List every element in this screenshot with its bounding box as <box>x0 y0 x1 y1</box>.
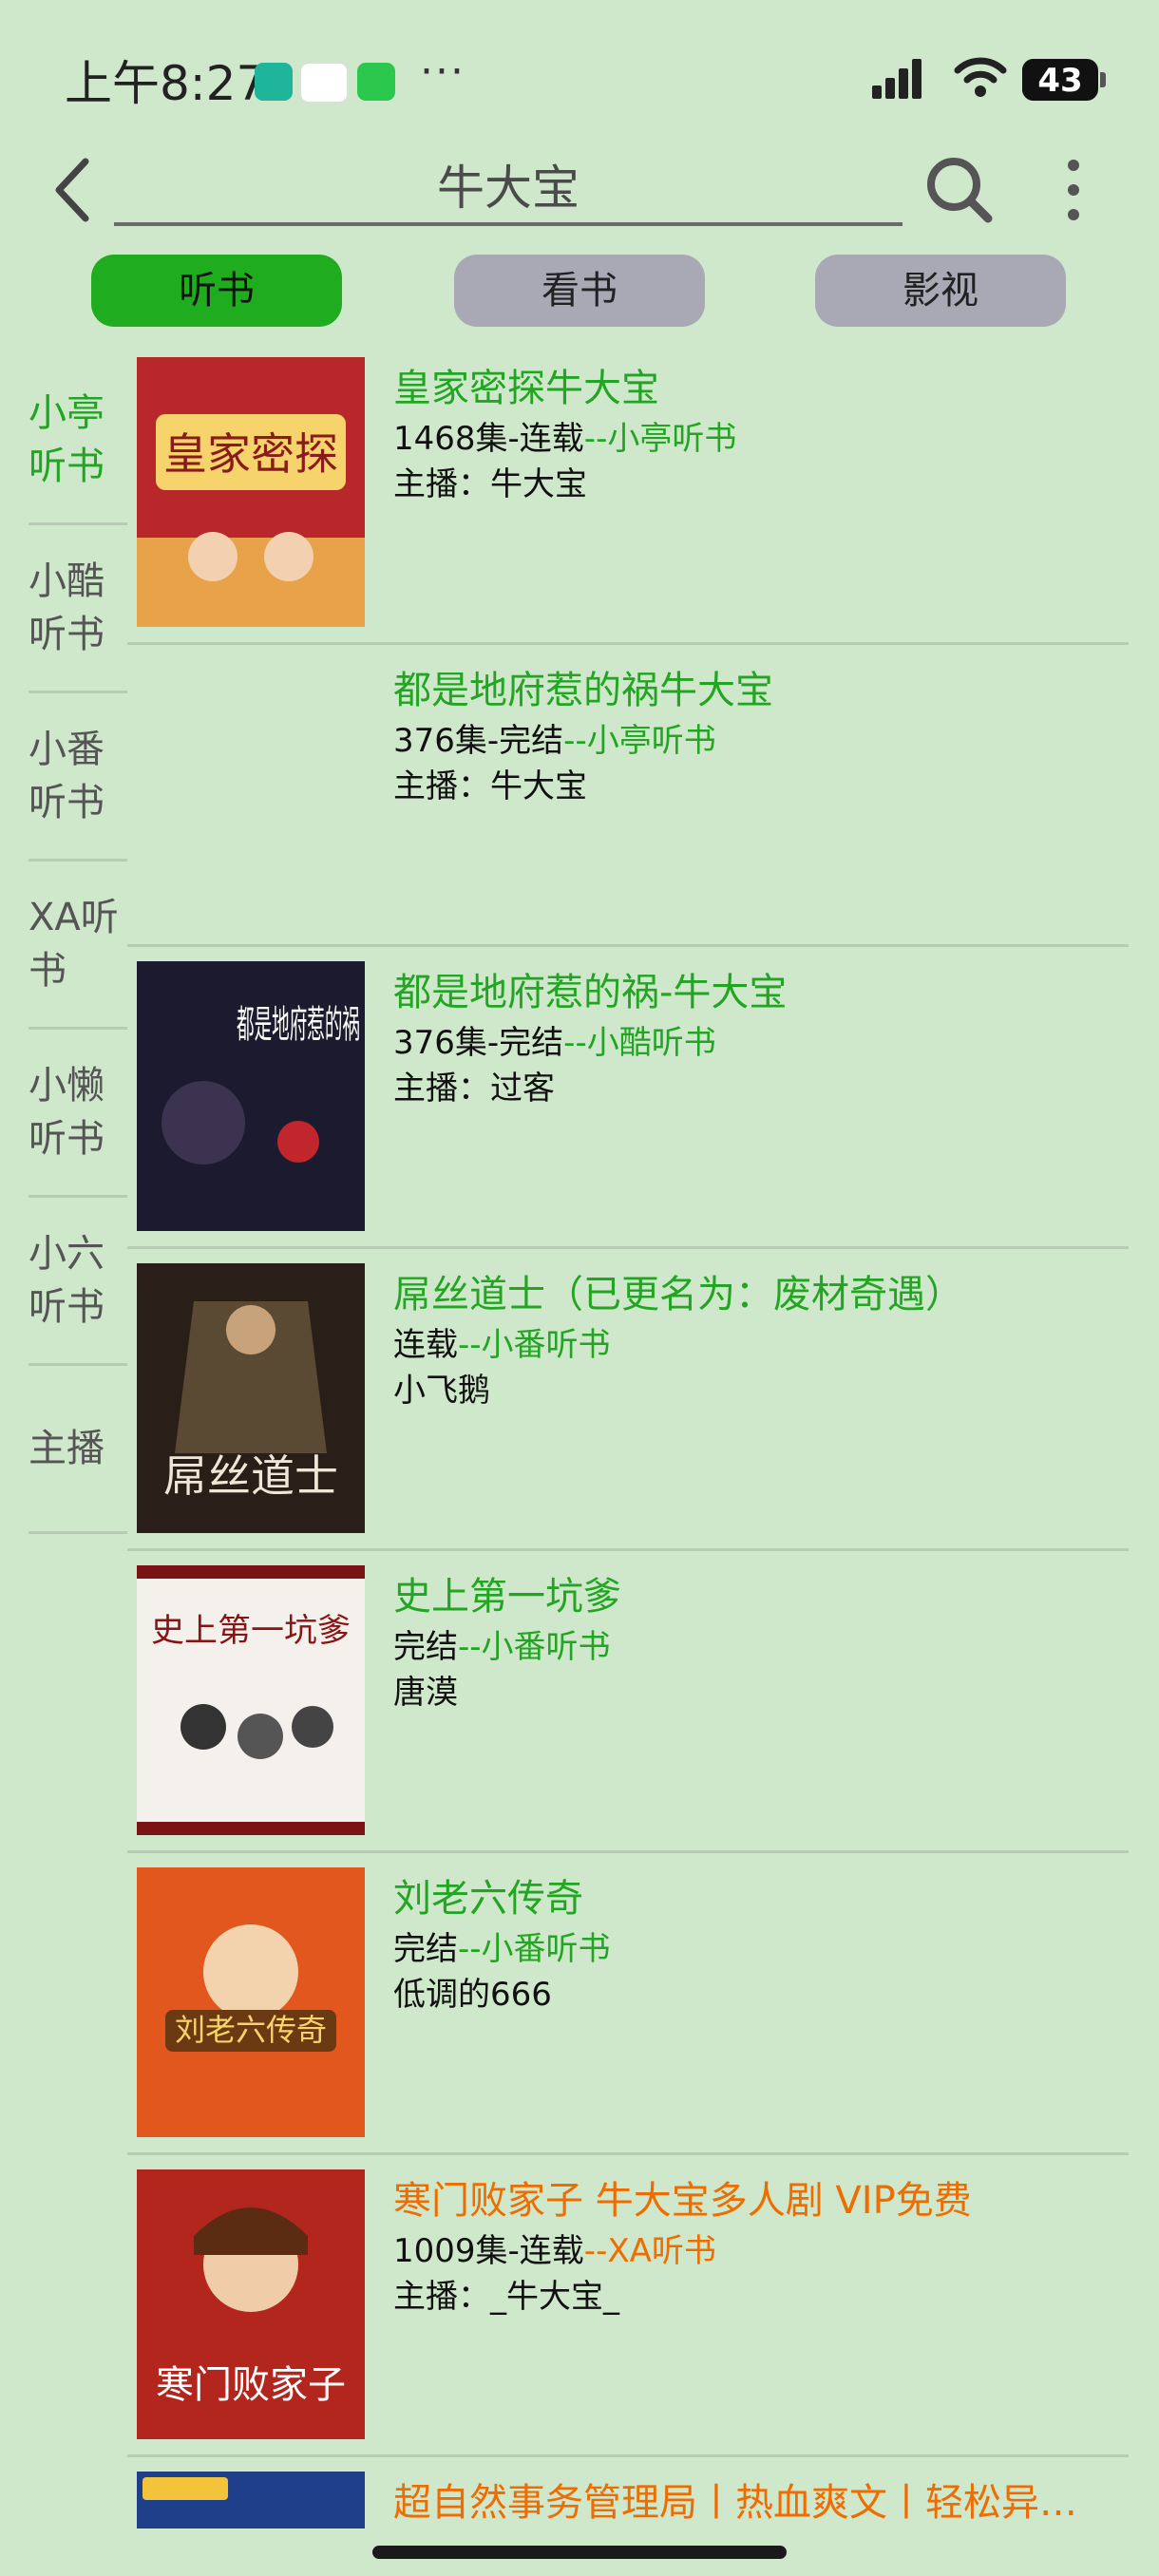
game-notification-icon <box>300 63 348 103</box>
result-title: 皇家密探牛大宝 <box>393 367 659 410</box>
result-author: 小飞鹅 <box>393 1372 490 1410</box>
source-label: 小六听书 <box>28 1232 104 1329</box>
more-menu-icon[interactable] <box>1054 154 1092 230</box>
result-title: 屌丝道士（已更名为：废材奇遇） <box>393 1273 963 1316</box>
result-meta: 完结--小番听书 <box>393 1628 611 1666</box>
search-input[interactable]: 牛大宝 <box>114 154 902 226</box>
book-cover: 皇家密探 <box>137 357 365 627</box>
tab-books[interactable]: 看书 <box>454 255 705 327</box>
wechat-icon <box>357 63 395 101</box>
result-meta: 连载--小番听书 <box>393 1326 611 1364</box>
book-cover: 屌丝道士 <box>137 1263 365 1533</box>
wifi-icon <box>954 57 1007 97</box>
source-item-xiaoliu[interactable]: 小六听书 <box>28 1198 127 1366</box>
result-title: 刘老六传奇 <box>393 1877 583 1921</box>
result-title: 史上第一坑爹 <box>393 1575 621 1619</box>
result-title: 都是地府惹的祸牛大宝 <box>393 669 773 712</box>
result-author: 主播：过客 <box>393 1070 555 1108</box>
source-label: 小亭听书 <box>28 391 104 488</box>
source-item-xiaoku[interactable]: 小酷听书 <box>28 525 127 693</box>
cover-title: 都是地府惹的祸 <box>237 1003 360 1047</box>
result-author: 主播：_牛大宝_ <box>393 2278 619 2316</box>
source-item-anchor[interactable]: 主播 <box>28 1366 127 1534</box>
cover-title: 屌丝道士 <box>163 1450 338 1502</box>
app-notification-icon <box>255 63 293 101</box>
source-label: 小番听书 <box>28 728 104 824</box>
result-title: 超自然事务管理局丨热血爽文丨轻松异… <box>393 2481 1077 2525</box>
result-meta: 1468集-连载--小亭听书 <box>393 420 737 458</box>
result-author: 主播：牛大宝 <box>393 767 587 805</box>
result-item[interactable]: 刘老六传奇 刘老六传奇 完结--小番听书 低调的666 <box>127 1867 1129 2155</box>
more-notifications-icon: ··· <box>420 47 466 96</box>
cover-title: 寒门败家子 <box>156 2363 346 2407</box>
source-label: 主播 <box>28 1427 104 1470</box>
battery-icon: 43 <box>1022 59 1106 101</box>
result-author: 低调的666 <box>393 1976 552 2014</box>
tab-video[interactable]: 影视 <box>815 255 1066 327</box>
book-cover: 都是地府惹的祸 <box>137 961 365 1231</box>
status-bar: 上午8:27 ··· 43 <box>0 0 1159 152</box>
result-item[interactable]: 屌丝道士 屌丝道士（已更名为：废材奇遇） 连载--小番听书 小飞鹅 <box>127 1263 1129 1551</box>
result-item[interactable]: 都是地府惹的祸牛大宝 376集-完结--小亭听书 主播：牛大宝 <box>127 659 1129 947</box>
result-title: 都是地府惹的祸-牛大宝 <box>393 971 788 1014</box>
cover-title: 刘老六传奇 <box>175 2012 327 2048</box>
source-item-xiaolan[interactable]: 小懒听书 <box>28 1030 127 1198</box>
source-label: 小懒听书 <box>28 1064 104 1161</box>
cover-title: 皇家密探 <box>163 428 338 480</box>
result-author: 主播：牛大宝 <box>393 465 587 503</box>
tab-audiobooks[interactable]: 听书 <box>91 255 342 327</box>
signal-icon <box>872 57 929 99</box>
result-item[interactable]: 都是地府惹的祸 都是地府惹的祸-牛大宝 376集-完结--小酷听书 主播：过客 <box>127 961 1129 1249</box>
source-label: 小酷听书 <box>28 559 104 656</box>
result-title: 寒门败家子 牛大宝多人剧 VIP免费 <box>393 2179 972 2223</box>
source-label: XA听书 <box>28 896 119 993</box>
book-cover <box>137 2472 365 2529</box>
cover-title: 史上第一坑爹 <box>151 1612 351 1650</box>
result-author: 唐漠 <box>393 1674 458 1712</box>
book-cover: 刘老六传奇 <box>137 1867 365 2137</box>
status-time: 上午8:27 <box>65 56 267 111</box>
result-item[interactable]: 超自然事务管理局丨热血爽文丨轻松异… <box>127 2472 1129 2538</box>
back-arrow-icon[interactable] <box>48 152 104 228</box>
result-item[interactable]: 皇家密探 皇家密探牛大宝 1468集-连载--小亭听书 主播：牛大宝 <box>127 357 1129 645</box>
source-item-xa[interactable]: XA听书 <box>28 862 127 1030</box>
source-item-xiaoting[interactable]: 小亭听书 <box>28 357 127 525</box>
book-cover: 史上第一坑爹 <box>137 1565 365 1835</box>
source-item-xiaofan[interactable]: 小番听书 <box>28 693 127 862</box>
result-meta: 376集-完结--小酷听书 <box>393 1024 716 1062</box>
source-sidebar: 小亭听书 小酷听书 小番听书 XA听书 小懒听书 小六听书 主播 <box>28 357 127 1534</box>
battery-level: 43 <box>1037 62 1083 100</box>
result-meta: 完结--小番听书 <box>393 1930 611 1968</box>
result-meta: 376集-完结--小亭听书 <box>393 722 716 760</box>
result-meta: 1009集-连载--XA听书 <box>393 2232 716 2270</box>
home-indicator[interactable] <box>372 2546 787 2559</box>
result-item[interactable]: 史上第一坑爹 史上第一坑爹 完结--小番听书 唐漠 <box>127 1565 1129 1853</box>
book-cover: 寒门败家子 <box>137 2169 365 2439</box>
result-item[interactable]: 寒门败家子 寒门败家子 牛大宝多人剧 VIP免费 1009集-连载--XA听书 … <box>127 2169 1129 2457</box>
search-icon[interactable] <box>922 152 998 228</box>
